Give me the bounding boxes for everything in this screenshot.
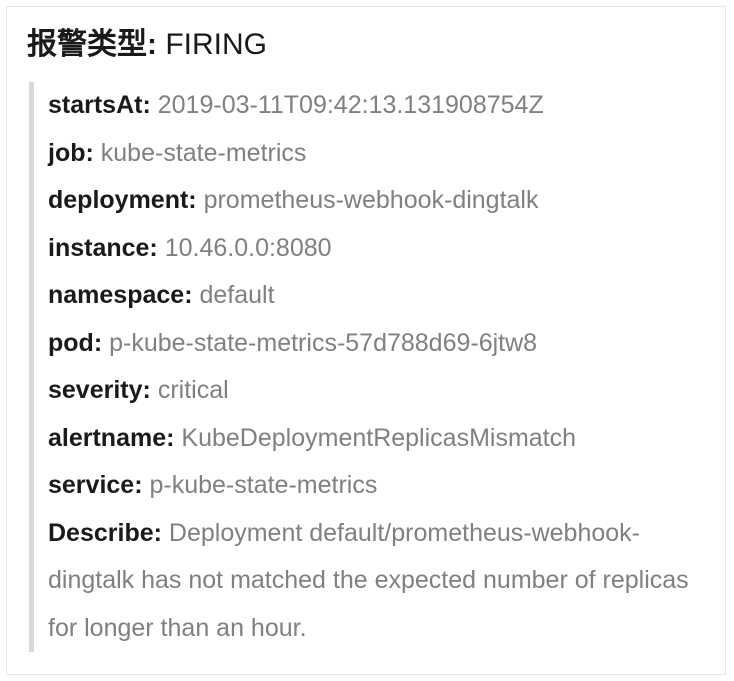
field-describe: Describe: Deployment default/prometheus-… <box>48 510 705 653</box>
field-startsAt: startsAt: 2019-03-11T09:42:13.131908754Z <box>48 82 705 130</box>
label-describe: Describe: <box>48 519 162 547</box>
value-pod: p-kube-state-metrics-57d788d69-6jtw8 <box>109 329 537 357</box>
label-severity: severity: <box>48 376 151 404</box>
label-namespace: namespace: <box>48 281 193 309</box>
field-instance: instance: 10.46.0.0:8080 <box>48 225 705 273</box>
value-severity: critical <box>158 376 229 404</box>
field-severity: severity: critical <box>48 367 705 415</box>
alert-details: startsAt: 2019-03-11T09:42:13.131908754Z… <box>29 82 705 652</box>
label-deployment: deployment: <box>48 186 197 214</box>
field-pod: pod: p-kube-state-metrics-57d788d69-6jtw… <box>48 320 705 368</box>
label-pod: pod: <box>48 329 102 357</box>
label-service: service: <box>48 471 143 499</box>
value-alertname: KubeDeploymentReplicasMismatch <box>181 424 576 452</box>
alert-title: 报警类型: FIRING <box>27 25 705 64</box>
label-startsAt: startsAt: <box>48 91 151 119</box>
alert-card: 报警类型: FIRING startsAt: 2019-03-11T09:42:… <box>6 6 726 675</box>
field-namespace: namespace: default <box>48 272 705 320</box>
value-startsAt: 2019-03-11T09:42:13.131908754Z <box>158 91 544 119</box>
value-namespace: default <box>199 281 274 309</box>
label-alertname: alertname: <box>48 424 174 452</box>
alert-title-value: FIRING <box>165 28 267 61</box>
value-instance: 10.46.0.0:8080 <box>165 234 332 262</box>
alert-title-label: 报警类型: <box>27 28 157 61</box>
value-job: kube-state-metrics <box>101 139 307 167</box>
field-deployment: deployment: prometheus-webhook-dingtalk <box>48 177 705 225</box>
value-service: p-kube-state-metrics <box>149 471 377 499</box>
field-job: job: kube-state-metrics <box>48 130 705 178</box>
value-deployment: prometheus-webhook-dingtalk <box>204 186 539 214</box>
label-job: job: <box>48 139 94 167</box>
field-service: service: p-kube-state-metrics <box>48 462 705 510</box>
label-instance: instance: <box>48 234 158 262</box>
field-alertname: alertname: KubeDeploymentReplicasMismatc… <box>48 415 705 463</box>
